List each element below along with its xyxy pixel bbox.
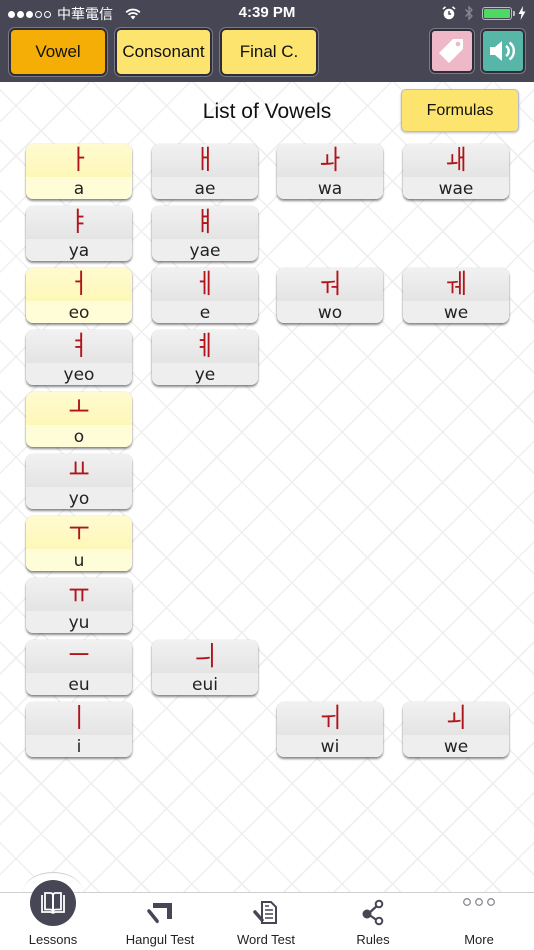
vowel-glyph: ㅜ xyxy=(68,517,90,548)
alarm-clock-icon xyxy=(442,6,456,20)
nav-word-test[interactable]: Word Test xyxy=(213,892,319,950)
vowel-glyph: ㅐ xyxy=(194,145,216,176)
tab-consonant-label: Consonant xyxy=(122,42,205,61)
nav-lessons[interactable]: Lessons xyxy=(0,892,106,950)
vowel-glyph: ㅣ xyxy=(68,703,90,734)
vowel-glyph: ㅙ xyxy=(445,145,467,176)
vowel-glyph: ㅒ xyxy=(194,207,216,238)
tab-vowel-label: Vowel xyxy=(35,42,81,61)
vowel-romanization: ye xyxy=(194,365,216,385)
vowel-romanization: yae xyxy=(189,241,221,261)
vowel-glyph: ㅚ xyxy=(445,703,467,734)
vowel-glyph: ㅟ xyxy=(319,703,341,734)
vowel-romanization: wo xyxy=(317,303,343,323)
vowel-card-e[interactable]: ㅔe xyxy=(152,268,258,323)
vowel-romanization: we xyxy=(443,303,469,323)
vowel-card-i[interactable]: ㅣi xyxy=(26,702,132,757)
sound-button[interactable] xyxy=(481,29,525,73)
vowel-glyph: ㅓ xyxy=(68,269,90,300)
nav-rules-label: Rules xyxy=(356,932,390,947)
nav-lessons-label: Lessons xyxy=(28,932,78,947)
vowel-card-we[interactable]: ㅚ we xyxy=(403,702,509,757)
vowel-romanization: wi xyxy=(320,737,340,757)
vowel-romanization: eui xyxy=(192,675,218,695)
vowel-glyph: ㅏ xyxy=(68,145,90,176)
tag-icon xyxy=(439,39,463,63)
vowel-romanization: yeo xyxy=(63,365,95,385)
vowel-card-eo[interactable]: ㅓ eo xyxy=(26,268,132,323)
vowel-card-o[interactable]: ㅗo xyxy=(26,392,132,447)
vowel-glyph: ㅞ xyxy=(445,269,467,300)
vowel-romanization: e xyxy=(199,303,211,323)
vowel-romanization: yo xyxy=(68,489,90,509)
vowel-card-yae[interactable]: ㅒ yae xyxy=(152,206,258,261)
nav-rules[interactable]: Rules xyxy=(320,892,426,950)
vowel-list-panel: List of Vowels Formulas ㅏ a ㅐ ae ㅘ wa ㅙ wae ㅑ ya ㅒ… xyxy=(0,82,534,892)
vowel-glyph: ㅢ xyxy=(194,641,216,672)
header-bar: 中華電信 4:39 PM Vowel Consonant Final C. xyxy=(0,0,534,82)
vowel-glyph: ㅝ xyxy=(319,269,341,300)
speaker-icon xyxy=(490,41,516,61)
vowel-romanization: eo xyxy=(68,303,90,323)
vowel-romanization: we xyxy=(443,737,469,757)
vowel-card-a[interactable]: ㅏa xyxy=(26,144,132,199)
vowel-romanization: wae xyxy=(438,179,474,199)
vowel-glyph: ㅡ xyxy=(68,641,90,672)
vowel-glyph: ㅗ xyxy=(68,393,90,424)
formulas-label: Formulas xyxy=(426,101,494,119)
tab-consonant[interactable]: Consonant xyxy=(115,28,212,76)
tab-vowel[interactable]: Vowel xyxy=(9,28,107,76)
vowel-card-yu[interactable]: ㅠ yu xyxy=(26,578,132,633)
nav-more[interactable]: More xyxy=(426,892,532,950)
vowel-glyph: ㅔ xyxy=(194,269,216,300)
status-bar: 中華電信 4:39 PM xyxy=(0,0,534,26)
vowel-romanization: o xyxy=(73,427,85,447)
vowel-romanization: ae xyxy=(194,179,216,199)
vowel-card-ya[interactable]: ㅑ ya xyxy=(26,206,132,261)
vowel-card-wo[interactable]: ㅝ wo xyxy=(277,268,383,323)
vowel-card-yeo[interactable]: ㅕ yeo xyxy=(26,330,132,385)
vowel-card-wi[interactable]: ㅟ wi xyxy=(277,702,383,757)
vowel-glyph: ㅛ xyxy=(68,455,90,486)
vowel-card-yo[interactable]: ㅛ yo xyxy=(26,454,132,509)
vowel-card-wae[interactable]: ㅙ wae xyxy=(403,144,509,199)
pencil-document-icon xyxy=(253,901,277,924)
battery-icon xyxy=(482,6,515,20)
nav-word-test-label: Word Test xyxy=(236,932,296,947)
vowel-card-ae[interactable]: ㅐ ae xyxy=(152,144,258,199)
share-nodes-icon xyxy=(362,899,384,926)
vowel-romanization: u xyxy=(73,551,85,571)
vowel-romanization: a xyxy=(73,179,85,199)
vowel-card-wa[interactable]: ㅘ wa xyxy=(277,144,383,199)
vowel-romanization: eu xyxy=(68,675,90,695)
bluetooth-icon xyxy=(465,5,473,21)
vowel-card-eu[interactable]: ㅡ eu xyxy=(26,640,132,695)
vowel-card-eui[interactable]: ㅢ eui xyxy=(152,640,258,695)
vowel-glyph: ㅘ xyxy=(319,145,341,176)
vowel-glyph: ㅖ xyxy=(194,331,216,362)
formulas-button[interactable]: Formulas xyxy=(401,89,519,132)
vowel-glyph: ㅑ xyxy=(68,207,90,238)
charging-bolt-icon xyxy=(518,6,526,20)
more-dots-icon xyxy=(463,898,495,906)
page-title: List of Vowels xyxy=(202,100,332,123)
tag-button[interactable] xyxy=(430,29,474,73)
vowel-card-u[interactable]: ㅜu xyxy=(26,516,132,571)
vowel-card-ye[interactable]: ㅖ ye xyxy=(152,330,258,385)
pencil-corner-icon xyxy=(147,903,172,924)
vowel-romanization: wa xyxy=(317,179,343,199)
vowel-glyph: ㅠ xyxy=(68,579,90,610)
vowel-romanization: yu xyxy=(68,613,90,633)
vowel-romanization: ya xyxy=(68,241,90,261)
vowel-card-we[interactable]: ㅞ we xyxy=(403,268,509,323)
tab-final-consonant-label: Final C. xyxy=(239,42,299,61)
nav-more-label: More xyxy=(464,932,494,947)
nav-hangul-test[interactable]: Hangul Test xyxy=(107,892,213,950)
nav-hangul-test-label: Hangul Test xyxy=(125,932,195,947)
vowel-glyph: ㅕ xyxy=(68,331,90,362)
vowel-romanization: i xyxy=(76,737,82,757)
tab-final-consonant[interactable]: Final C. xyxy=(220,28,318,76)
